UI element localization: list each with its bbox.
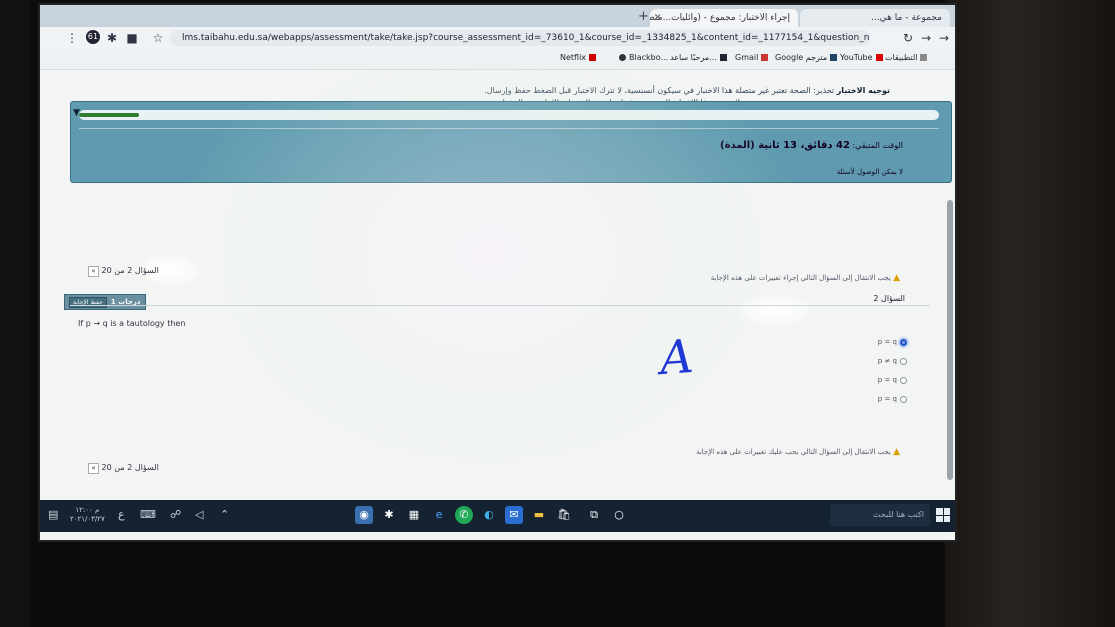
- volume-icon[interactable]: ◁: [195, 508, 203, 521]
- close-icon[interactable]: ✕: [654, 9, 662, 27]
- keyboard-icon[interactable]: ⌨: [140, 508, 156, 521]
- network-icon[interactable]: ☍: [170, 508, 181, 521]
- progress-track: ▼: [73, 108, 939, 120]
- radio[interactable]: [900, 395, 907, 403]
- bookmark-apps[interactable]: التطبيقات: [885, 53, 930, 62]
- tab-label: إجراء الاختبار: مجموع - (وائليات...متطلب…: [650, 13, 790, 23]
- store-icon[interactable]: 🛍: [555, 506, 573, 524]
- cortana-icon[interactable]: ○: [610, 506, 628, 524]
- scrollbar[interactable]: [947, 200, 953, 480]
- taskbar-search[interactable]: اكتب هنا للبحث: [830, 504, 930, 526]
- save-hint: لا يمكن الوصول لأسئلة: [836, 168, 903, 176]
- bookmarks-bar: Netflix Blackbo... مرحبًا ساعد... Gmail …: [40, 49, 955, 70]
- edge-icon[interactable]: e: [430, 506, 448, 524]
- screen: مجموعة - ما هي... ✕ إجراء الاختبار: مجمو…: [40, 5, 955, 540]
- tab-label: مجموعة - ما هي...: [871, 13, 942, 23]
- bookmark-blackboard[interactable]: Blackbo...: [616, 53, 668, 62]
- progress-fill: [79, 113, 139, 117]
- star-icon[interactable]: ☆: [150, 30, 166, 46]
- warning-message: ▲ يجب الانتقال إلى السؤال التالي إجراء ت…: [710, 273, 900, 283]
- question-text: If p → q is a tautology then: [78, 319, 186, 328]
- forward-icon[interactable]: →: [918, 30, 934, 46]
- windows-start-icon[interactable]: [936, 508, 950, 522]
- address-bar[interactable]: lms.taibahu.edu.sa/webapps/assessment/ta…: [170, 30, 870, 46]
- new-tab-button[interactable]: +: [638, 9, 649, 24]
- remaining-time: الوقت المتبقي: 42 دقائق، 13 ثانية (المدة…: [720, 140, 903, 151]
- back-icon[interactable]: →: [936, 30, 952, 46]
- calculator-icon[interactable]: ▦: [405, 506, 423, 524]
- task-view-icon[interactable]: ⧉: [585, 506, 603, 524]
- mail-icon[interactable]: ✉: [505, 506, 523, 524]
- reload-icon[interactable]: ↻: [900, 30, 916, 46]
- divider: [70, 305, 930, 306]
- taskbar: ▤ م ١٢:٠٠ ٢٠٢١/٠٣/٢٧ ع ⌨ ☍ ◁ ⌃ ◉ ✱ ▦ e ✆…: [40, 500, 955, 532]
- radio-selected[interactable]: [900, 338, 907, 346]
- timer-panel: ▼ الوقت المتبقي: 42 دقائق، 13 ثانية (الم…: [70, 101, 952, 183]
- answer-option[interactable]: p = q: [878, 376, 907, 384]
- profile-avatar[interactable]: 61: [86, 30, 100, 44]
- radio[interactable]: [900, 357, 907, 365]
- answer-option[interactable]: p = q: [878, 338, 907, 346]
- bookmark-netflix[interactable]: Netflix: [560, 53, 599, 62]
- action-center-icon[interactable]: ▤: [48, 508, 58, 521]
- glare-spot: [740, 295, 810, 325]
- instructions-label: توجيه الاختبار: [836, 86, 890, 95]
- next-question-icon[interactable]: »: [88, 266, 99, 277]
- bookmark-gmail[interactable]: Gmail: [735, 53, 771, 62]
- edge-new-icon[interactable]: ◐: [480, 506, 498, 524]
- next-question-icon[interactable]: »: [88, 463, 99, 474]
- question-counter: السؤال 2 من 20 »: [88, 266, 159, 277]
- tab-active[interactable]: ✕ إجراء الاختبار: مجموع - (وائليات...متط…: [650, 9, 798, 27]
- question-title: السؤال 2: [873, 294, 905, 303]
- monitor-bezel-right: [945, 0, 1115, 627]
- tab-secondary[interactable]: مجموعة - ما هي...: [800, 9, 950, 27]
- bookmark-youtube[interactable]: YouTube: [840, 53, 886, 62]
- show-hidden-icon[interactable]: ⌃: [220, 508, 229, 521]
- remaining-label: الوقت المتبقي:: [852, 141, 903, 150]
- clock[interactable]: م ١٢:٠٠ ٢٠٢١/٠٣/٢٧: [70, 506, 105, 524]
- language-icon[interactable]: ع: [118, 508, 125, 521]
- bookmark-welcome[interactable]: مرحبًا ساعد...: [670, 53, 730, 62]
- warning-icon: ▲: [893, 447, 900, 457]
- remaining-value: 42 دقائق، 13 ثانية (المدة): [720, 140, 850, 151]
- instructions: توجيه الاختبار تحذير: الصحة تعتبر غير مت…: [484, 85, 890, 97]
- handwritten-annotation: A: [658, 328, 696, 386]
- warning-icon: ▲: [893, 273, 900, 283]
- browser-toolbar: ⋮ 61 ✱ ■ ☆ lms.taibahu.edu.sa/webapps/as…: [40, 27, 955, 49]
- answer-option[interactable]: p ≠ q: [878, 357, 907, 365]
- warning-message-bottom: ▲ يجب الانتقال إلى السؤال التالي يجب علي…: [696, 447, 900, 457]
- chrome-icon[interactable]: ◉: [355, 506, 373, 524]
- question-counter-bottom: السؤال 2 من 20 »: [88, 463, 159, 474]
- menu-icon[interactable]: ⋮: [64, 30, 80, 46]
- answer-option[interactable]: p = q: [878, 395, 907, 403]
- points-box: حفظ الإجابة 1 درجات: [64, 294, 146, 310]
- instructions-line1: تحذير: الصحة تعتبر غير متصلة هذا الاختبا…: [484, 86, 835, 95]
- whatsapp-icon[interactable]: ✆: [455, 506, 473, 524]
- tab-strip: مجموعة - ما هي... ✕ إجراء الاختبار: مجمو…: [40, 5, 955, 27]
- extension-icon[interactable]: ✱: [104, 30, 120, 46]
- radio[interactable]: [900, 376, 907, 384]
- file-explorer-icon[interactable]: ▬: [530, 506, 548, 524]
- divider: [79, 128, 939, 129]
- app-icon[interactable]: ■: [124, 30, 140, 46]
- bookmark-translate[interactable]: Google مترجم: [775, 53, 840, 62]
- monitor-bezel-left: [0, 0, 30, 627]
- puzzle-icon[interactable]: ✱: [380, 506, 398, 524]
